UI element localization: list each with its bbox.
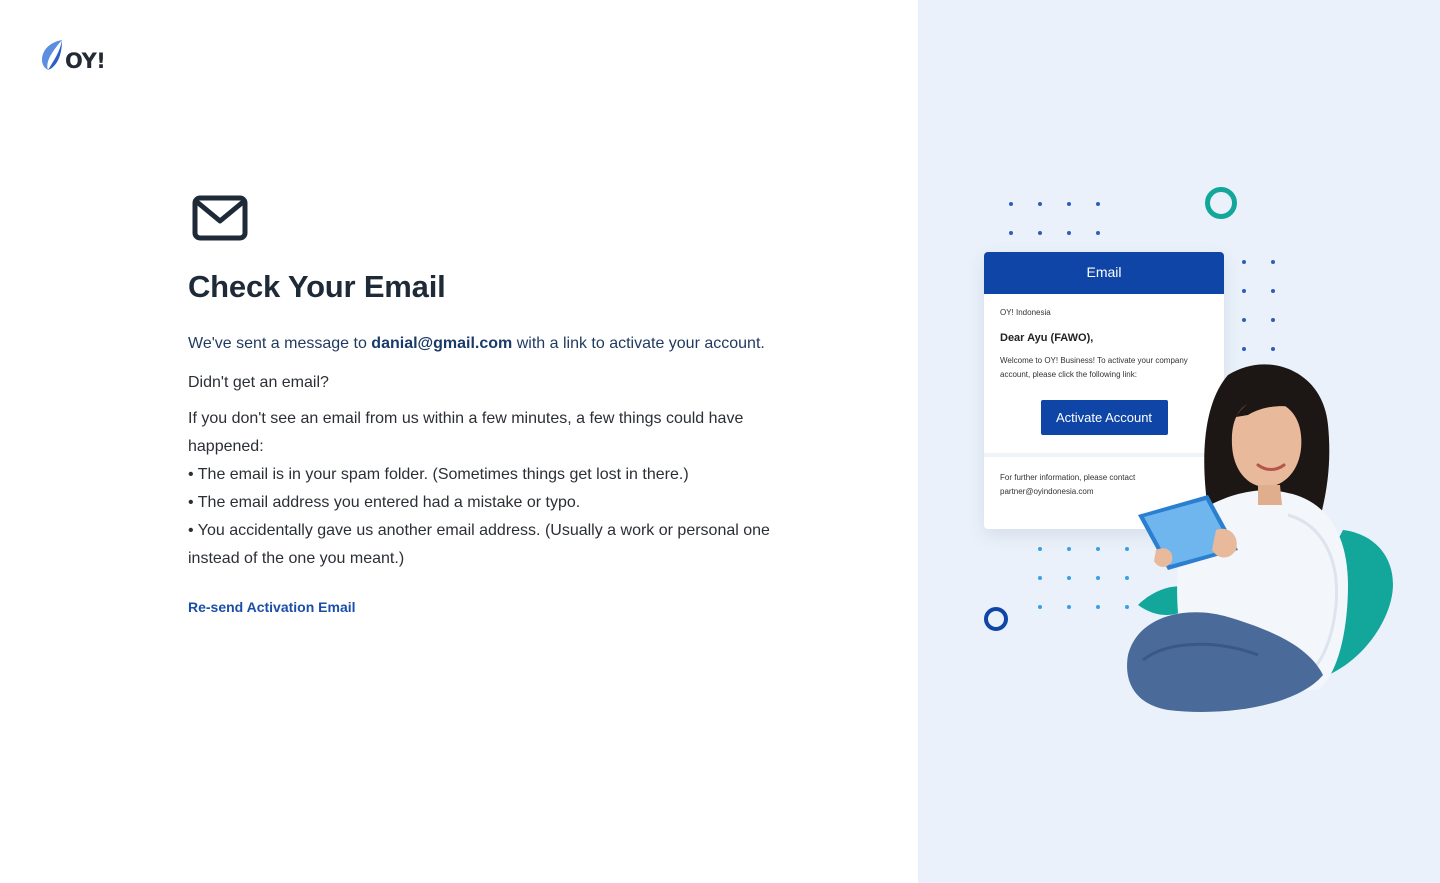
email-sender: OY! Indonesia [1000,308,1051,317]
logo-text: OY! [65,49,106,73]
mail-icon [192,195,248,241]
list-item: The email address you entered had a mist… [188,489,788,517]
page-title: Check Your Email [188,269,446,304]
illustration-panel: Email OY! Indonesia Dear Ayu (FAWO), Wel… [918,0,1440,883]
teal-ring-decoration [1205,187,1237,219]
blue-ring-decoration [984,607,1008,631]
woman-with-tablet-illustration [1127,364,1393,712]
resend-activation-link[interactable]: Re-send Activation Email [188,599,356,615]
email-card-header: Email [984,252,1224,294]
oy-logo[interactable]: OY! [40,38,106,73]
check-email-content: Check Your Email We've sent a message to… [188,195,788,617]
user-email: danial@gmail.com [371,335,513,352]
explain-text: If you don't see an email from us within… [188,410,744,455]
lead-prefix: We've sent a message to [188,335,372,352]
sent-message: We've sent a message to danial@gmail.com… [188,333,788,355]
list-item: The email is in your spam folder. (Somet… [188,461,788,489]
no-email-question: Didn't get an email? [188,374,329,391]
list-item: You accidentally gave us another email a… [188,517,788,573]
reasons-list: The email is in your spam folder. (Somet… [188,461,788,573]
email-greeting: Dear Ayu (FAWO), [1000,332,1094,344]
oy-leaf-icon [42,40,62,70]
lead-suffix: with a link to activate your account. [512,335,765,352]
left-panel: OY! Check Your Email We've sent a messag… [0,0,918,883]
